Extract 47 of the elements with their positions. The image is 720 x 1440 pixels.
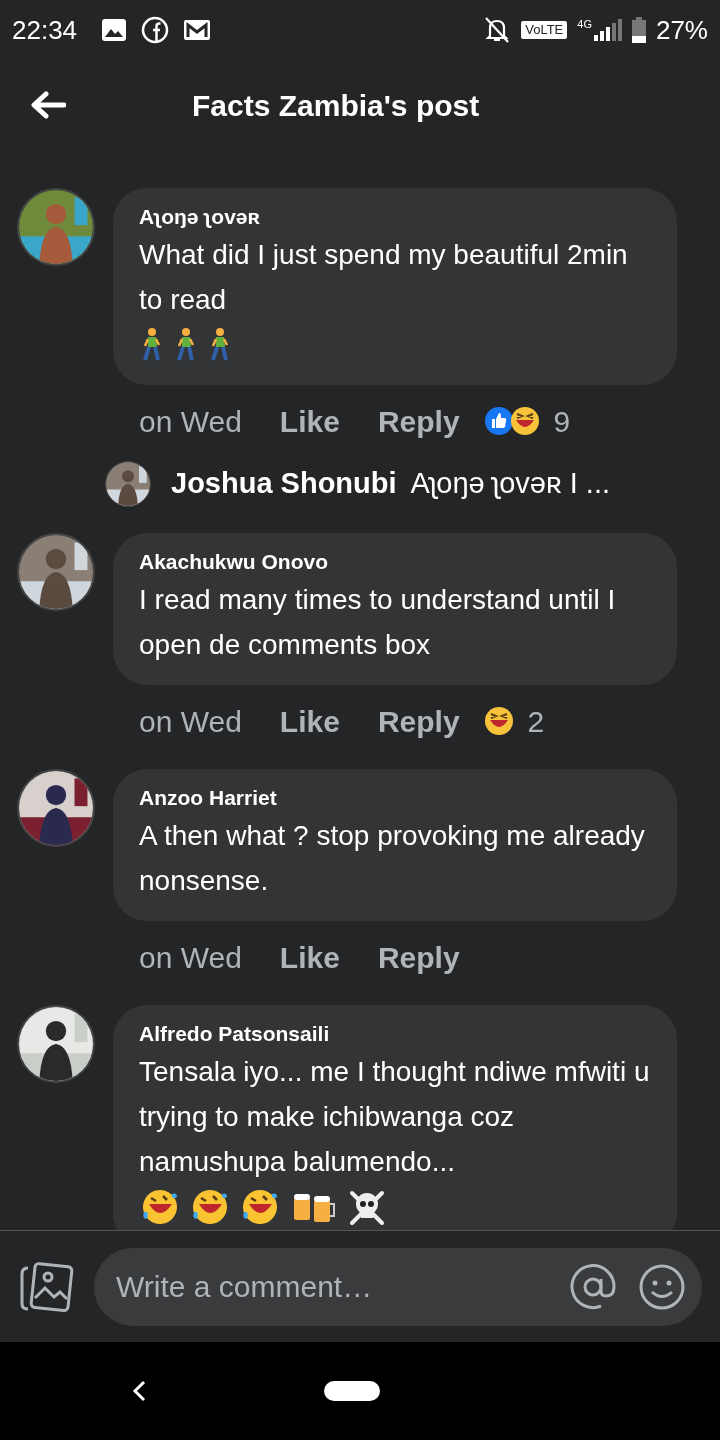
- laughing-face-icon: [509, 406, 540, 436]
- like-link[interactable]: Like: [279, 698, 340, 744]
- signal-icon: [593, 19, 622, 41]
- laughing-crying-face-icon: [241, 1187, 279, 1226]
- walking-person-icon: [141, 326, 163, 363]
- reaction-count: 2: [527, 703, 545, 740]
- reply-link[interactable]: Reply: [377, 934, 460, 980]
- comment-author[interactable]: Alfredo Patsonsaili: [139, 1019, 330, 1049]
- laughing-face-icon: [483, 706, 514, 736]
- image-icon: [101, 18, 128, 42]
- mail-icon: [183, 18, 212, 42]
- comment-text: What did I just spend my beautiful 2min to read: [139, 238, 629, 317]
- mention-icon[interactable]: [568, 1261, 618, 1312]
- laughing-crying-face-icon: [191, 1187, 229, 1226]
- comment-time: on Wed: [139, 403, 242, 440]
- walking-person-icon: [175, 326, 197, 363]
- comment-time: on Wed: [139, 703, 242, 740]
- comment-text: I read many times to understand until I open de comments box: [139, 583, 617, 662]
- comment-field[interactable]: Write a comment…: [94, 1247, 702, 1326]
- reply-author[interactable]: Joshua Shonubi: [171, 462, 397, 506]
- comment-text: Tensala iyo... me I thought ndiwe mfwiti u trying to make ichibwanga coz namushupa balumendo...: [139, 1055, 651, 1179]
- photo-icon[interactable]: [18, 1261, 74, 1312]
- comment-author[interactable]: Anzoo Harriet: [139, 783, 277, 813]
- page-title: Facts Zambia's post: [192, 87, 480, 124]
- laughing-crying-face-icon: [141, 1187, 179, 1226]
- home-pill[interactable]: [324, 1381, 380, 1401]
- reply-link[interactable]: Reply: [377, 698, 460, 744]
- facebook-icon: [141, 16, 170, 44]
- volte-badge: VoLTE: [521, 21, 568, 39]
- reply-link[interactable]: Reply: [377, 398, 460, 444]
- bell-off-icon: [483, 15, 512, 45]
- like-link[interactable]: Like: [279, 398, 340, 444]
- battery-percent: 27%: [655, 13, 708, 47]
- reaction-count: 9: [553, 403, 571, 440]
- walking-person-icon: [209, 326, 231, 363]
- comment-time: on Wed: [139, 939, 242, 976]
- reply-snippet[interactable]: Aʅoŋə ʅovəʀ I ...: [410, 462, 611, 506]
- network-type: 4G: [577, 19, 592, 30]
- comment-text: A then what ? stop provoking me already nonsense.: [139, 819, 646, 898]
- status-time: 22:34: [12, 13, 78, 47]
- back-nav-icon[interactable]: [131, 1380, 147, 1402]
- battery-icon: [631, 17, 646, 43]
- comment-author[interactable]: Aʅoŋə ʅovəʀ: [139, 202, 260, 232]
- emoji-icon[interactable]: [638, 1262, 686, 1311]
- comment-author[interactable]: Akachukwu Onovo: [139, 547, 329, 577]
- thumbs-up-icon: [483, 406, 514, 436]
- like-link[interactable]: Like: [279, 934, 340, 980]
